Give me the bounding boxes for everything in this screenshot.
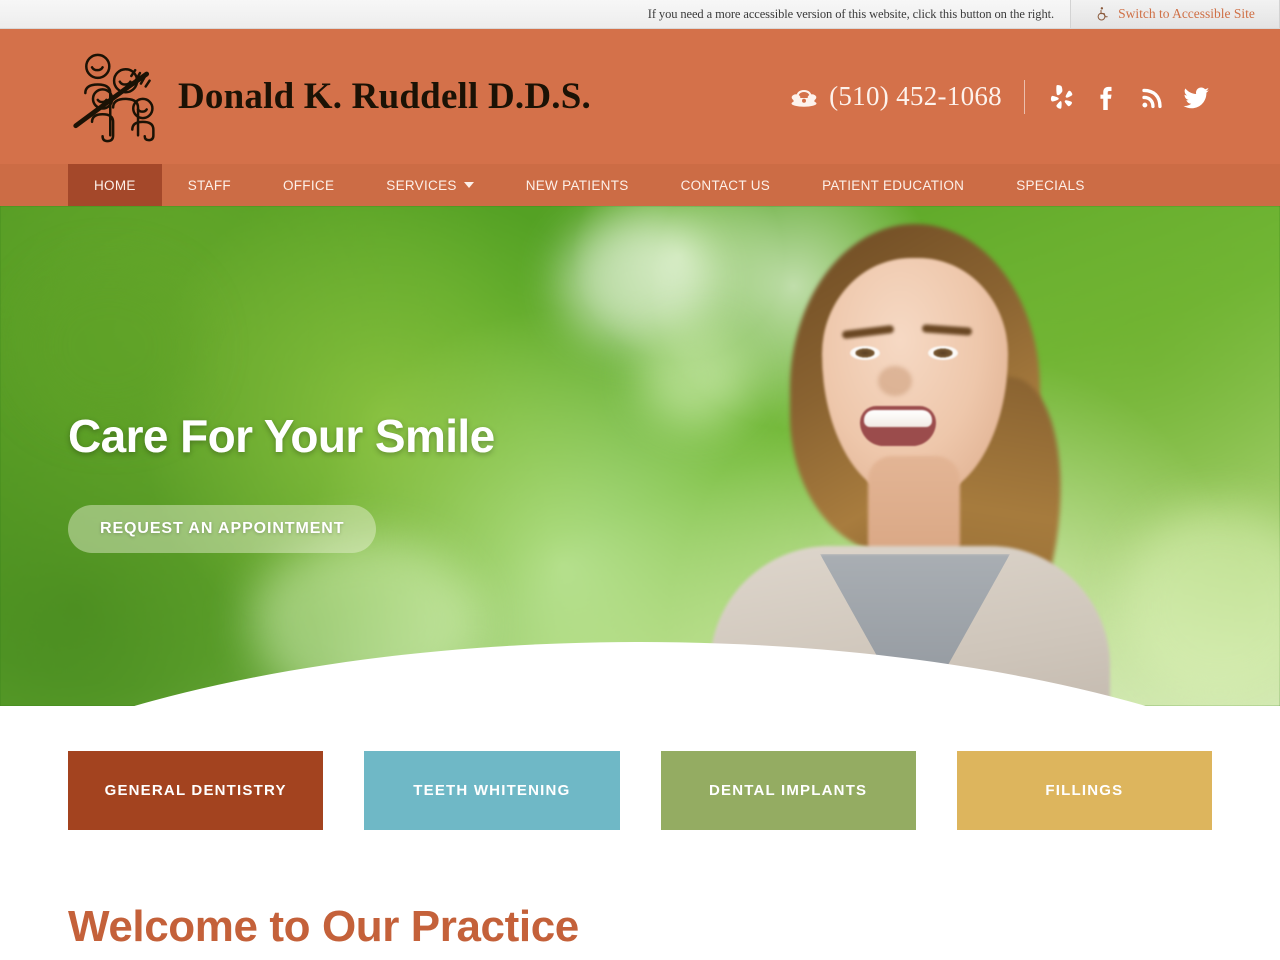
tile-label-general-dentistry: GENERAL DENTISTRY [104,782,287,799]
facebook-icon[interactable] [1092,82,1122,112]
accessibility-message: If you need a more accessible version of… [647,6,1054,21]
nav-item-patient-education[interactable]: PATIENT EDUCATION [796,164,990,206]
nav-label-home: HOME [94,177,136,193]
brand-logo-link[interactable]: Donald K. Ruddell D.D.S. [68,51,591,143]
accessibility-bar: If you need a more accessible version of… [0,0,1280,29]
hero-banner: Care For Your Smile REQUEST AN APPOINTME… [0,206,1280,706]
tile-label-fillings: FILLINGS [1045,782,1124,799]
nav-item-contact-us[interactable]: CONTACT US [655,164,797,206]
phone-number: (510) 452-1068 [829,81,1002,111]
service-tiles: GENERAL DENTISTRY TEETH WHITENING DENTAL… [0,706,1280,830]
tile-label-dental-implants: DENTAL IMPLANTS [708,782,868,799]
tile-label-teeth-whitening: TEETH WHITENING [413,782,571,799]
rss-icon[interactable] [1137,82,1167,112]
nav-label-staff: STAFF [187,177,231,193]
hero-model-photo [690,206,1120,706]
social-links [1047,82,1212,112]
switch-to-accessible-site-button[interactable]: Switch to Accessible Site [1070,0,1280,28]
yelp-icon[interactable] [1047,82,1077,112]
nav-item-new-patients[interactable]: NEW PATIENTS [500,164,655,206]
phone-link[interactable]: (510) 452-1068 [790,81,1002,112]
nav-item-specials[interactable]: SPECIALS [990,164,1110,206]
nav-item-office[interactable]: OFFICE [257,164,360,206]
main-navigation: HOME STAFF OFFICE SERVICES NEW PATIENTS … [0,164,1280,206]
site-header: Donald K. Ruddell D.D.S. (510) 452-1068 [0,29,1280,164]
header-contact-area: (510) 452-1068 [790,79,1212,114]
tile-teeth-whitening[interactable]: TEETH WHITENING [364,751,620,830]
chevron-down-icon [463,182,474,188]
tile-dental-implants[interactable]: DENTAL IMPLANTS [660,751,916,830]
twitter-icon[interactable] [1182,82,1212,112]
nav-item-services[interactable]: SERVICES [360,164,499,206]
nav-label-contact-us: CONTACT US [680,177,771,193]
welcome-section: Welcome to Our Practice [0,830,1280,952]
nav-label-office: OFFICE [282,177,335,193]
tile-fillings[interactable]: FILLINGS [956,751,1212,830]
request-appointment-button[interactable]: REQUEST AN APPOINTMENT [68,505,377,553]
nav-label-services: SERVICES [386,177,457,193]
telephone-icon [790,86,818,108]
welcome-title: Welcome to Our Practice [68,902,579,951]
nav-item-staff[interactable]: STAFF [162,164,257,206]
wheelchair-icon [1095,6,1110,22]
family-dental-logo-icon [68,51,164,143]
nav-label-specials: SPECIALS [1016,177,1085,193]
nav-label-patient-education: PATIENT EDUCATION [822,177,965,193]
header-divider [1024,79,1025,114]
hero-title: Care For Your Smile [68,410,495,462]
bokeh-highlight [20,266,200,426]
accessible-site-label: Switch to Accessible Site [1118,6,1255,21]
nav-item-home[interactable]: HOME [68,164,162,206]
hero-content: Care For Your Smile REQUEST AN APPOINTME… [68,409,495,553]
tile-general-dentistry[interactable]: GENERAL DENTISTRY [68,751,324,830]
practice-name: Donald K. Ruddell D.D.S. [178,76,591,117]
nav-label-new-patients: NEW PATIENTS [525,177,629,193]
